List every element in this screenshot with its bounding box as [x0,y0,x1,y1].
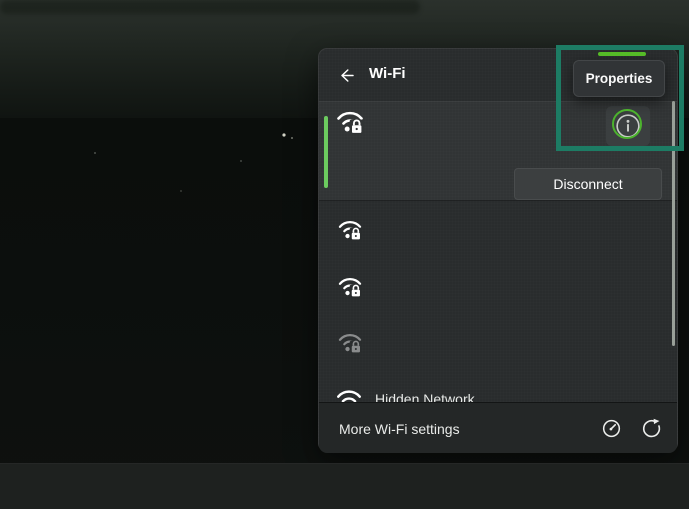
wifi-lock-weak-icon [336,328,364,356]
network-list-item[interactable] [319,201,677,258]
data-usage-gauge-icon [602,419,620,437]
wifi-lock-icon [334,105,366,137]
back-button[interactable] [332,61,360,89]
more-wifi-settings-link[interactable]: More Wi-Fi settings [339,421,460,437]
network-list-item[interactable] [319,315,677,372]
back-arrow-icon [340,68,354,82]
data-usage-button[interactable] [600,417,622,439]
annotation-circle-highlight [612,109,642,139]
disconnect-button[interactable]: Disconnect [514,168,662,200]
wifi-lock-icon [336,215,364,243]
taskbar: ENG IN [0,463,689,509]
wifi-lock-icon [336,272,364,300]
refresh-icon [642,418,660,437]
connected-accent-bar [324,116,328,188]
refresh-button[interactable] [640,417,662,439]
annotation-green-line [598,52,646,56]
panel-footer: More Wi-Fi settings [319,402,677,453]
network-list-item[interactable] [319,258,677,315]
disconnect-label: Disconnect [553,176,623,192]
panel-title: Wi-Fi [369,65,406,82]
